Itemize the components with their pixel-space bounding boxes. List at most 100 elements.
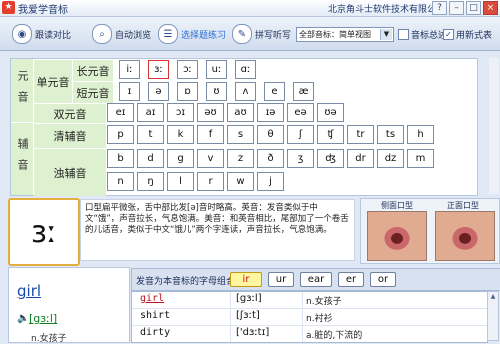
phoneme-cell[interactable]: dz (377, 149, 404, 168)
phoneme-cell[interactable]: ɑː (235, 60, 256, 79)
phoneme-cell[interactable]: b (107, 149, 134, 168)
phoneme-cell[interactable]: ɒ (177, 82, 198, 101)
long-vowel-label: 长元音 (73, 59, 113, 81)
checkbox-box-checked: ✓ (443, 29, 454, 40)
phoneme-cell[interactable]: ɔː (177, 60, 198, 79)
phoneme-cell[interactable]: aʊ (227, 103, 254, 122)
mouth-shape-panel: 侧面口型 正面口型 (360, 198, 500, 264)
combo-label: 发音为本音标的字母组合： (136, 277, 245, 287)
phoneme-cell[interactable]: r (197, 172, 224, 191)
title-bar: ★ 我爱学音标 北京角斗士软件技术有限公司 ? – □ × (0, 0, 500, 17)
voiced-consonant-label: 浊辅音 (34, 148, 106, 196)
phoneme-cell[interactable]: h (407, 125, 434, 144)
phoneme-cell[interactable]: d (137, 149, 164, 168)
voiceless-consonant-label: 清辅音 (34, 123, 106, 148)
maximize-button[interactable]: □ (466, 1, 481, 15)
ipa-cell: [ʃɜːt] (236, 310, 260, 321)
example-word[interactable]: girl (17, 282, 41, 300)
ipa-cell: [gɜːl] (236, 293, 262, 304)
phoneme-cell[interactable]: p (107, 125, 134, 144)
example-ipa[interactable]: [gɜːl] (29, 312, 57, 325)
spelling-dictation-button[interactable]: ✎ 拼写听写 (232, 24, 291, 44)
word-cell: girl (140, 293, 165, 304)
phoneme-cell[interactable]: ʒ (287, 149, 314, 168)
quiz-icon: ☰ (158, 24, 178, 44)
word-cell: shirt (140, 310, 171, 321)
phoneme-cell[interactable]: dr (347, 149, 374, 168)
combo-button[interactable]: ear (300, 272, 332, 287)
phoneme-cell[interactable]: ɪə (257, 103, 284, 122)
phoneme-cell[interactable]: ʊə (317, 103, 344, 122)
phoneme-cell[interactable]: ɪ (119, 82, 140, 101)
phoneme-cell[interactable]: e (264, 82, 285, 101)
side-mouth-image (367, 211, 427, 261)
app-icon: ★ (2, 1, 15, 14)
overview-checkbox[interactable]: 音标总述 (398, 28, 447, 41)
phoneme-cell[interactable]: ts (377, 125, 404, 144)
phoneme-cell[interactable]: l (167, 172, 194, 191)
company-name: 北京角斗士软件技术有限公司 (328, 5, 446, 15)
phoneme-cell[interactable]: ʊ (206, 82, 227, 101)
phoneme-cell[interactable]: ʃ (287, 125, 314, 144)
phoneme-cell[interactable]: ə (148, 82, 169, 101)
front-mouth-image (435, 211, 495, 261)
minimize-button[interactable]: – (449, 1, 464, 15)
phoneme-cell-selected[interactable]: ɜː (148, 60, 169, 79)
follow-compare-button[interactable]: ◉ 跟读对比 (12, 24, 71, 44)
phoneme-cell[interactable]: æ (293, 82, 314, 101)
table-row[interactable]: dirty ['dɜːtɪ] a.脏的,下流的 (132, 326, 487, 342)
view-mode-select[interactable]: 全部音标：简单视图 ▼ (296, 27, 394, 42)
pencil-icon: ✎ (232, 24, 252, 44)
current-phoneme-display: ɜː (8, 198, 80, 266)
phoneme-cell[interactable]: z (227, 149, 254, 168)
phoneme-cell[interactable]: t (137, 125, 164, 144)
phoneme-cell[interactable]: ŋ (137, 172, 164, 191)
combo-button[interactable]: ur (268, 272, 294, 287)
auto-browse-button[interactable]: ⌕ 自动浏览 (92, 24, 151, 44)
phoneme-cell[interactable]: uː (206, 60, 227, 79)
combo-button-selected[interactable]: ir (230, 272, 262, 287)
phoneme-cell[interactable]: j (257, 172, 284, 191)
phoneme-cell[interactable]: θ (257, 125, 284, 144)
table-row[interactable]: shirt [ʃɜːt] n.衬衫 (132, 309, 487, 326)
table-row[interactable]: girl [gɜːl] n.女孩子 (132, 292, 487, 309)
phoneme-cell[interactable]: v (197, 149, 224, 168)
phoneme-cell[interactable]: eə (287, 103, 314, 122)
phoneme-cell[interactable]: ʧ (317, 125, 344, 144)
phoneme-cell[interactable]: ɔɪ (167, 103, 194, 122)
combo-button[interactable]: or (370, 272, 396, 287)
example-word-panel: girl 🔈 [gɜːl] n.女孩子 (8, 267, 130, 344)
choice-practice-button[interactable]: ☰ 选择题练习 (158, 24, 226, 44)
phoneme-cell[interactable]: aɪ (137, 103, 164, 122)
consonant-category-label: 辅音 (11, 123, 33, 195)
phoneme-cell[interactable]: f (197, 125, 224, 144)
new-table-checkbox[interactable]: ✓ 用新式表 (443, 28, 492, 41)
letter-combo-bar: 发音为本音标的字母组合： ir ur ear er or (131, 268, 500, 291)
vowel-category-label: 元音 (11, 59, 33, 122)
monophthong-label: 单元音 (34, 59, 72, 103)
phoneme-cell[interactable]: ʤ (317, 149, 344, 168)
phoneme-cell[interactable]: tr (347, 125, 374, 144)
close-button[interactable]: × (483, 1, 498, 15)
phoneme-cell[interactable]: iː (119, 60, 140, 79)
scroll-up-icon[interactable]: ▲ (489, 293, 497, 301)
phoneme-cell[interactable]: m (407, 149, 434, 168)
phoneme-cell[interactable]: s (227, 125, 254, 144)
phoneme-cell[interactable]: ð (257, 149, 284, 168)
phoneme-cell[interactable]: əʊ (197, 103, 224, 122)
phoneme-cell[interactable]: w (227, 172, 254, 191)
phoneme-cell[interactable]: g (167, 149, 194, 168)
help-button[interactable]: ? (432, 1, 447, 15)
right-scrollbar[interactable] (489, 58, 499, 194)
phoneme-cell[interactable]: ʌ (235, 82, 256, 101)
speaker-icon[interactable]: 🔈 (17, 314, 29, 324)
combo-button[interactable]: er (338, 272, 364, 287)
ipa-cell: ['dɜːtɪ] (236, 327, 270, 338)
phoneme-cell[interactable]: n (107, 172, 134, 191)
phoneme-cell[interactable]: eɪ (107, 103, 134, 122)
diphthong-label: 双元音 (34, 103, 106, 123)
phonetic-table: 元音 辅音 单元音 长元音 短元音 双元音 清辅音 浊辅音 iː ɜː ɔː u… (10, 58, 478, 196)
word-list-scrollbar[interactable]: ▲ (487, 291, 499, 341)
phoneme-cell[interactable]: k (167, 125, 194, 144)
mic-icon: ◉ (12, 24, 32, 44)
